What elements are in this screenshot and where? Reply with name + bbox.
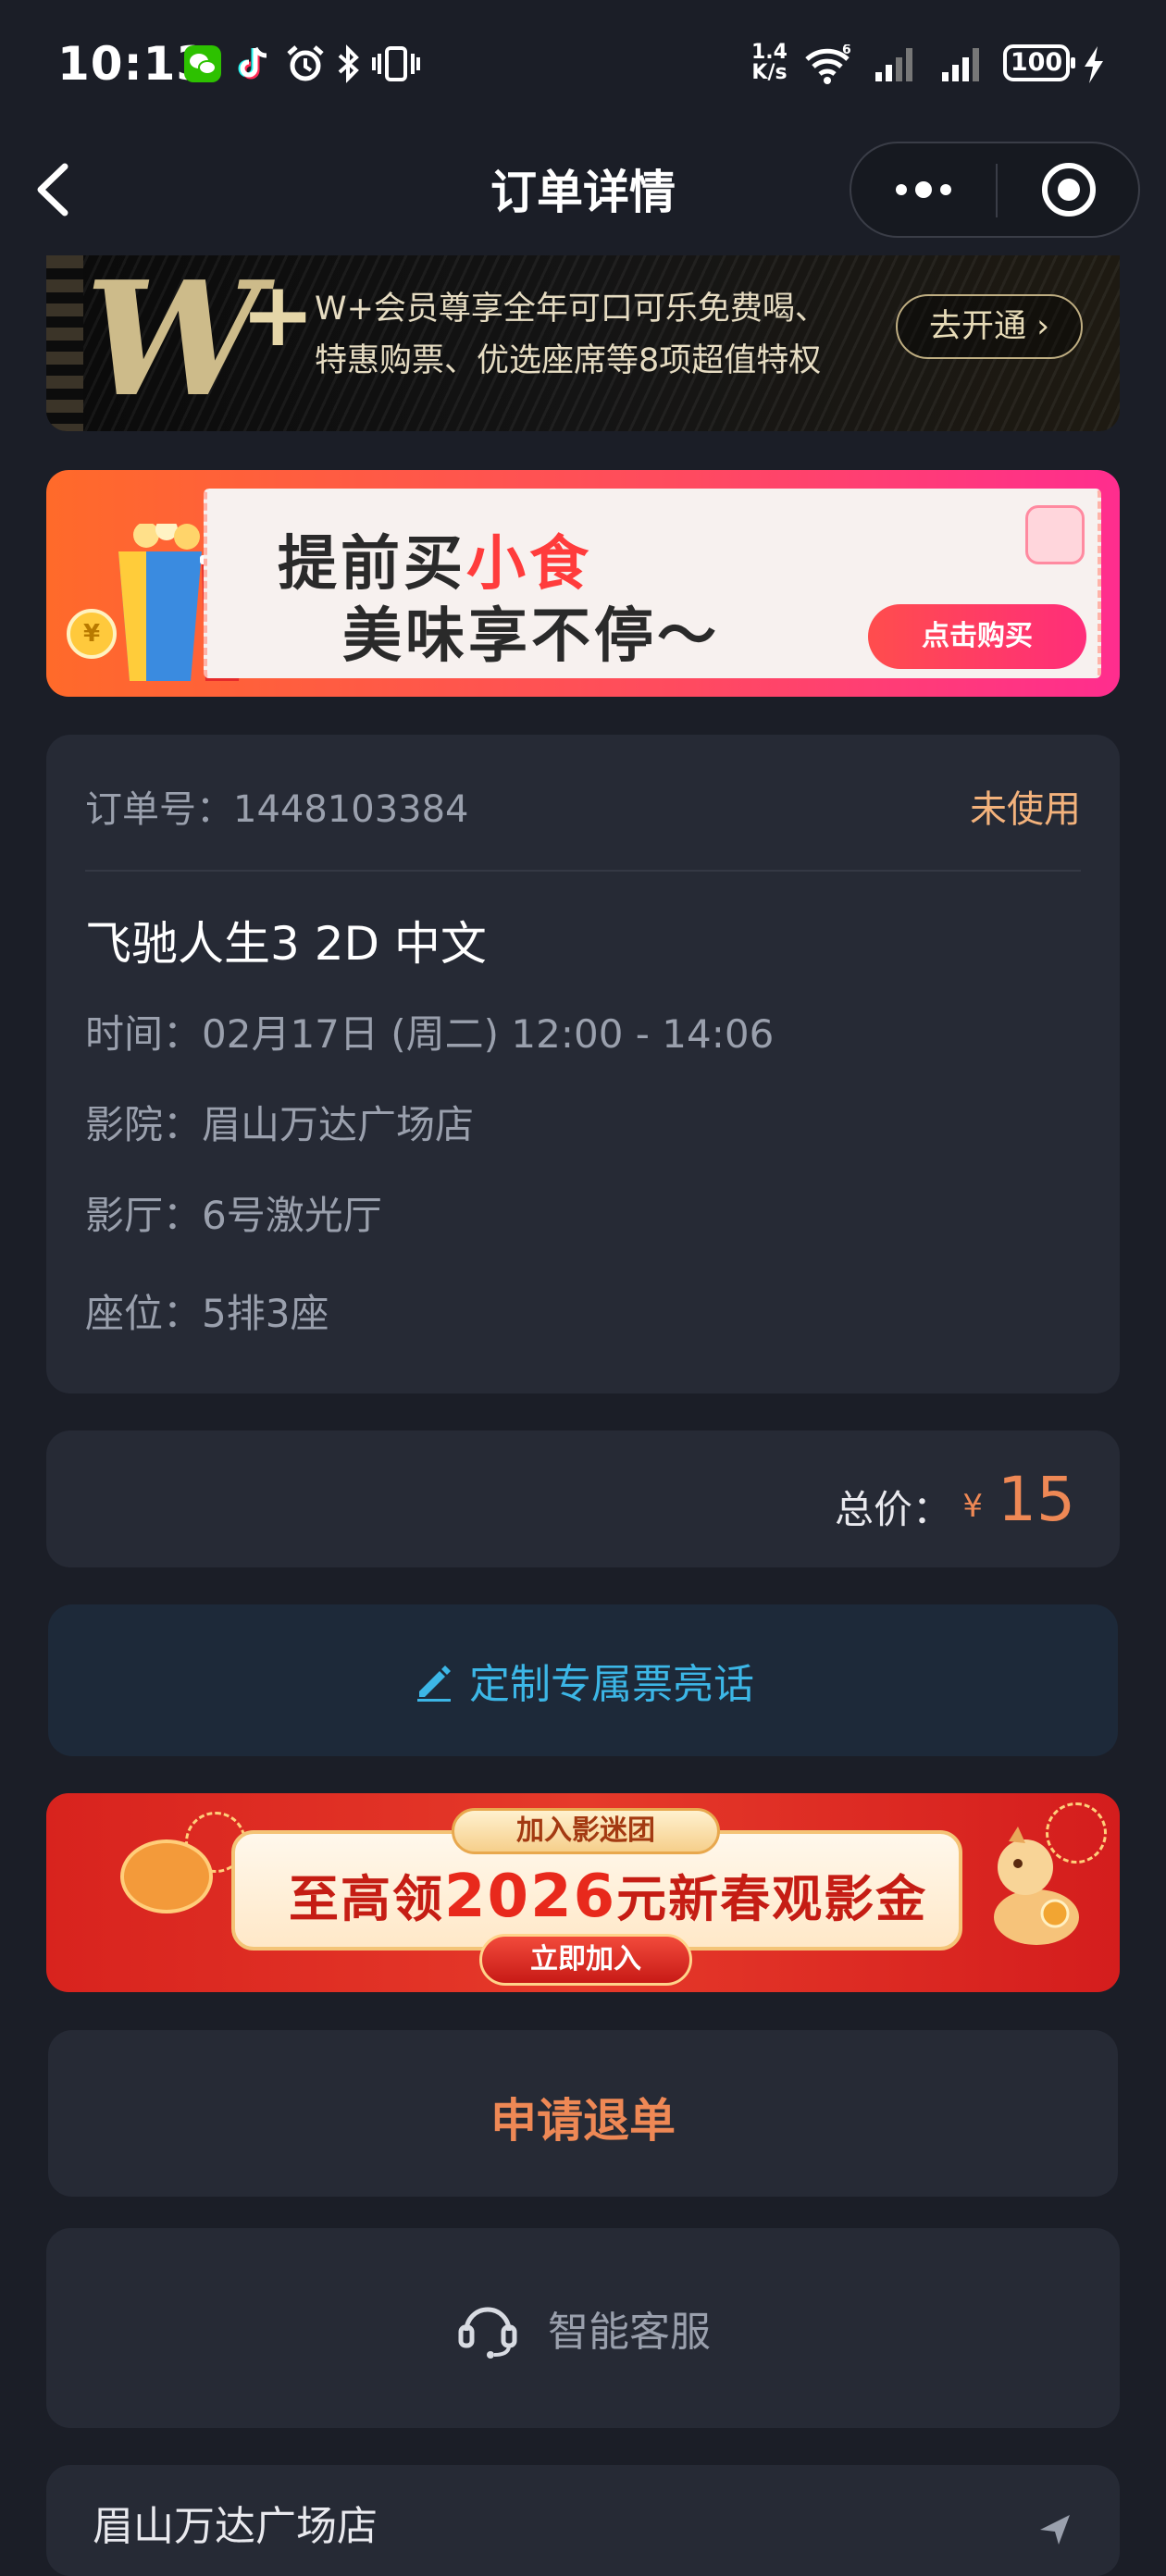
buy-snack-button[interactable]: 点击购买 (868, 604, 1086, 669)
net-speed: 1.4 K/s (751, 41, 788, 84)
wifi-icon: 6 (805, 44, 851, 84)
seat-row: 座位：5排3座 (85, 1291, 329, 1336)
refund-button[interactable]: 申请退单 (48, 2030, 1118, 2197)
vip-logo-plus: + (241, 263, 316, 366)
wechat-icon (184, 45, 221, 82)
movie-title: 飞驰人生3 2D 中文 (85, 917, 487, 971)
refund-label: 申请退单 (490, 2094, 676, 2148)
total-price-label: 总价： (834, 1487, 951, 1532)
snack-banner[interactable]: ¥ 提前买小食 美味享不停～ 点击购买 (46, 470, 1120, 697)
fan-club-banner[interactable]: 加入影迷团 至高领2026元新春观影金 立即加入 (46, 1793, 1120, 1992)
cinema-name: 眉山万达广场店 (93, 2503, 378, 2550)
persimmon-icon (120, 1839, 213, 1913)
tiktok-icon (238, 46, 267, 80)
fan-club-tag: 加入影迷团 (452, 1808, 720, 1854)
vip-activate-button[interactable]: 去开通 › (896, 294, 1083, 359)
charging-icon (1085, 46, 1103, 83)
horse-mascot-icon (994, 1827, 1079, 1945)
signal-icon (942, 48, 979, 81)
more-button[interactable] (851, 143, 996, 236)
cinema-row: 影院：眉山万达广场店 (85, 1102, 475, 1147)
custom-ticket-label: 定制专属票亮话 (469, 1661, 754, 1708)
service-label: 智能客服 (548, 2309, 711, 2356)
snack-box-icon (1025, 505, 1085, 564)
coin-icon: ¥ (67, 609, 117, 659)
hall-row: 影厅：6号激光厅 (85, 1193, 382, 1238)
order-number: 订单号：1448103384 (85, 788, 469, 831)
cny-headline: 至高领2026元新春观影金 (289, 1863, 928, 1931)
order-divider (85, 870, 1081, 872)
status-bar: 10:13 1.4 K/s 6 100 (0, 0, 1166, 130)
join-now-button[interactable]: 立即加入 (479, 1934, 692, 1986)
target-close-icon (1042, 163, 1096, 217)
order-card: 订单号：1448103384 未使用 飞驰人生3 2D 中文 时间：02月17日… (46, 735, 1120, 1393)
showtime-row: 时间：02月17日 (周二) 12:00 - 14:06 (85, 1011, 775, 1057)
total-price-value: 15 (998, 1464, 1075, 1535)
alarm-icon (287, 45, 324, 81)
currency-symbol: ¥ (962, 1488, 983, 1525)
snack-subline: 美味享不停～ (342, 602, 720, 671)
vip-line-1: W+会员尊享全年可口可乐免费喝、 (315, 291, 827, 328)
cinema-card[interactable]: 眉山万达广场店 (46, 2465, 1120, 2576)
mini-program-capsule (850, 142, 1140, 238)
more-dots-icon (896, 181, 951, 198)
close-button[interactable] (998, 143, 1140, 236)
svg-text:6: 6 (842, 44, 851, 57)
vip-line-2: 特惠购票、优选座席等8项超值特权 (315, 342, 822, 379)
headset-icon (458, 2307, 517, 2359)
bluetooth-icon (338, 44, 359, 83)
vip-membership-banner[interactable]: W + W+会员尊享全年可口可乐免费喝、 特惠购票、优选座席等8项超值特权 去开… (46, 255, 1120, 431)
signal-icon (875, 48, 912, 81)
vip-logo: W (85, 255, 262, 431)
price-card: 总价： ¥ 15 (46, 1430, 1120, 1567)
film-strip-decoration (46, 255, 83, 431)
navigation-arrow-icon (1040, 2515, 1070, 2545)
smart-customer-service-button[interactable]: 智能客服 (46, 2228, 1120, 2428)
order-status: 未使用 (970, 788, 1081, 831)
vibrate-icon (372, 46, 420, 81)
custom-ticket-message-button[interactable]: 定制专属票亮话 (48, 1604, 1118, 1756)
battery-indicator: 100 (1003, 44, 1075, 81)
pencil-icon (417, 1666, 451, 1702)
vip-description: W+会员尊享全年可口可乐免费喝、 特惠购票、优选座席等8项超值特权 (315, 283, 827, 387)
